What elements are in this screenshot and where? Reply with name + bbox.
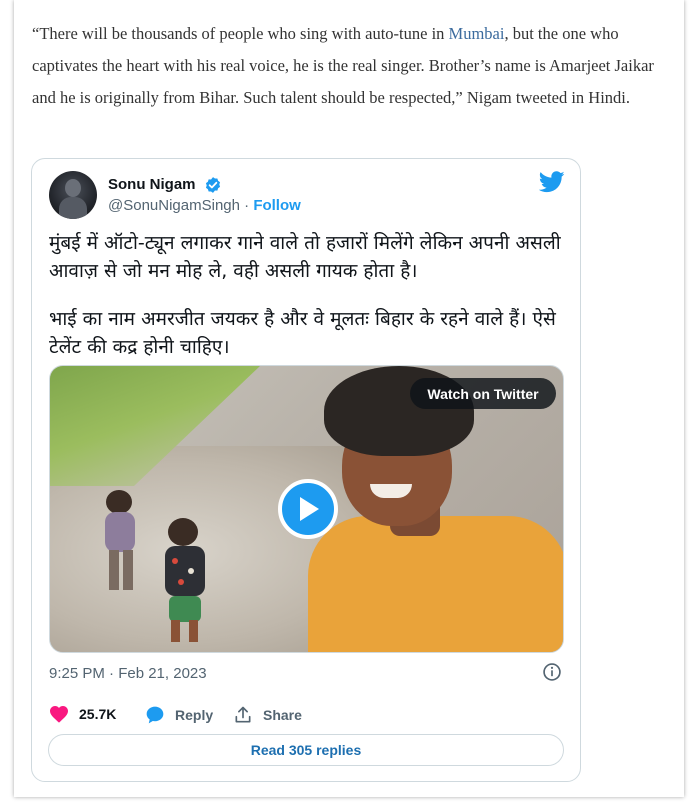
child-figure (105, 490, 135, 590)
reply-label: Reply (175, 707, 214, 723)
tweet-text: मुंबई में ऑटो-ट्यून लगाकर गाने वाले तो ह… (49, 229, 569, 381)
video-thumbnail[interactable]: Watch on Twitter (49, 365, 564, 653)
like-button[interactable]: 25.7K (49, 705, 116, 723)
article-quote-start: “There will be thousands of people who s… (32, 24, 449, 43)
article-attribution: Nigam tweeted in Hindi. (462, 88, 630, 107)
follow-button[interactable]: Follow (253, 197, 301, 214)
read-replies-button[interactable]: Read 305 replies (48, 734, 564, 766)
heart-icon (50, 705, 68, 723)
reply-button[interactable]: Reply (145, 705, 213, 725)
avatar-body (59, 197, 87, 219)
child-figure (165, 518, 205, 642)
verified-badge-icon (205, 177, 221, 193)
article-paragraph: “There will be thousands of people who s… (32, 18, 672, 114)
avatar[interactable] (49, 171, 97, 219)
watch-on-twitter-button[interactable]: Watch on Twitter (410, 378, 556, 409)
twitter-bird-icon[interactable] (539, 171, 565, 193)
tweet-timestamp[interactable]: 9:25 PM · Feb 21, 2023 (49, 665, 207, 682)
handle-separator: · (239, 197, 254, 214)
play-icon (300, 497, 319, 521)
avatar-head (65, 179, 81, 197)
share-label: Share (263, 707, 302, 723)
mumbai-link[interactable]: Mumbai (449, 24, 505, 43)
user-display-name[interactable]: Sonu Nigam (108, 176, 196, 193)
like-count: 25.7K (79, 706, 117, 722)
play-button[interactable] (278, 479, 338, 539)
user-handle[interactable]: @SonuNigamSingh (108, 197, 240, 214)
man-shirt (308, 516, 563, 652)
speech-bubble-icon (146, 706, 164, 724)
embedded-tweet: Sonu Nigam @SonuNigamSingh · Follow मुंब… (31, 158, 581, 782)
share-upload-icon (235, 706, 251, 723)
handle-row: @SonuNigamSingh · Follow (108, 197, 301, 214)
tweet-paragraph-1: मुंबई में ऑटो-ट्यून लगाकर गाने वाले तो ह… (49, 232, 561, 282)
share-button[interactable]: Share (233, 705, 302, 725)
tweet-paragraph-2: भाई का नाम अमरजीत जयकर है और वे मूलतः बि… (49, 308, 556, 358)
info-icon[interactable] (542, 662, 562, 682)
